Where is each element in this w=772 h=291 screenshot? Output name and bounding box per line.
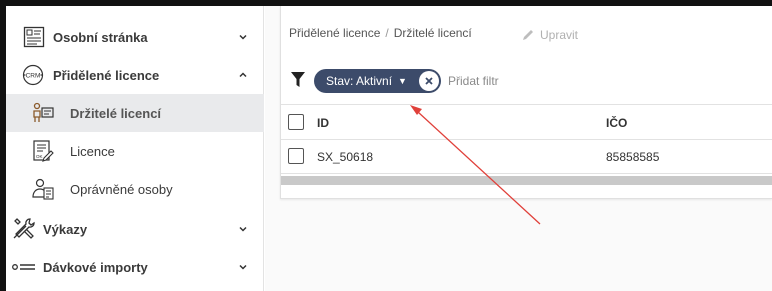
sidebar-item-label: Výkazy <box>43 221 88 237</box>
edit-button-label: Upravit <box>540 28 579 42</box>
select-all-checkbox[interactable] <box>288 114 304 130</box>
tools-icon <box>11 216 37 242</box>
sidebar-item-drzitele-licenci[interactable]: Držitelé licencí <box>6 94 264 132</box>
column-header-ico[interactable]: IČO <box>606 116 627 130</box>
table-row[interactable]: SX_50618 85858585 <box>281 140 772 174</box>
list-icon <box>11 254 37 280</box>
sidebar-item-vykazy[interactable]: Výkazy <box>6 210 264 248</box>
sidebar-item-licence[interactable]: OK Licence <box>6 132 264 170</box>
profile-page-icon <box>21 24 47 50</box>
edit-button[interactable]: Upravit <box>521 28 578 42</box>
license-document-icon: OK <box>30 138 56 164</box>
authorized-persons-icon <box>30 176 56 202</box>
sidebar-item-davkove-importy[interactable]: Dávkové importy <box>6 248 264 286</box>
chevron-up-icon[interactable] <box>238 70 248 80</box>
status-filter-chip[interactable]: Stav: Aktivní ▼ <box>314 69 441 93</box>
breadcrumb-current: Držitelé licencí <box>393 26 472 40</box>
breadcrumb-parent[interactable]: Přidělené licence <box>289 26 380 40</box>
chevron-down-icon[interactable] <box>238 262 248 272</box>
sidebar-item-osobni-stranka[interactable]: Osobní stránka <box>6 18 264 56</box>
licence-holders-panel: Přidělené licence / Držitelé licencí Upr… <box>280 6 772 199</box>
filter-bar: Stav: Aktivní ▼ Přidat filtr <box>281 66 772 96</box>
sidebar-item-pridelene-licence[interactable]: CRM Přidělené licence <box>6 56 264 94</box>
sidebar: Osobní stránka CRM Přidělené licence Drž… <box>6 6 264 291</box>
chevron-down-icon[interactable] <box>238 32 248 42</box>
horizontal-scrollbar[interactable] <box>281 176 772 185</box>
main-content: Přidělené licence / Držitelé licencí Upr… <box>265 6 772 291</box>
license-holders-icon <box>30 100 56 126</box>
svg-text:OK: OK <box>36 154 43 159</box>
svg-text:CRM: CRM <box>26 72 41 79</box>
sidebar-item-label: Držitelé licencí <box>70 105 162 121</box>
filter-funnel-icon[interactable] <box>291 72 305 88</box>
cell-ico: 85858585 <box>606 150 660 164</box>
column-header-id[interactable]: ID <box>317 116 329 130</box>
breadcrumb: Přidělené licence / Držitelé licencí <box>281 16 480 50</box>
sidebar-item-label: Licence <box>70 143 115 159</box>
table-header-row: ID IČO <box>281 104 772 140</box>
remove-filter-icon[interactable] <box>419 71 439 91</box>
sidebar-item-label: Oprávněné osoby <box>70 181 173 197</box>
status-filter-chip-label: Stav: Aktivní <box>326 74 393 88</box>
pencil-icon <box>523 30 533 40</box>
sidebar-item-label: Přidělené licence <box>53 67 160 83</box>
crm-icon: CRM <box>20 62 46 88</box>
caret-down-icon[interactable]: ▼ <box>398 76 407 86</box>
sidebar-item-opravnene-osoby[interactable]: Oprávněné osoby <box>6 170 264 208</box>
chevron-down-icon[interactable] <box>238 224 248 234</box>
breadcrumb-separator: / <box>385 26 389 40</box>
cell-id: SX_50618 <box>317 150 374 164</box>
sidebar-item-label: Osobní stránka <box>53 29 148 45</box>
add-filter-input[interactable]: Přidat filtr <box>448 74 499 88</box>
sidebar-item-label: Dávkové importy <box>43 259 148 275</box>
row-checkbox[interactable] <box>288 148 304 164</box>
